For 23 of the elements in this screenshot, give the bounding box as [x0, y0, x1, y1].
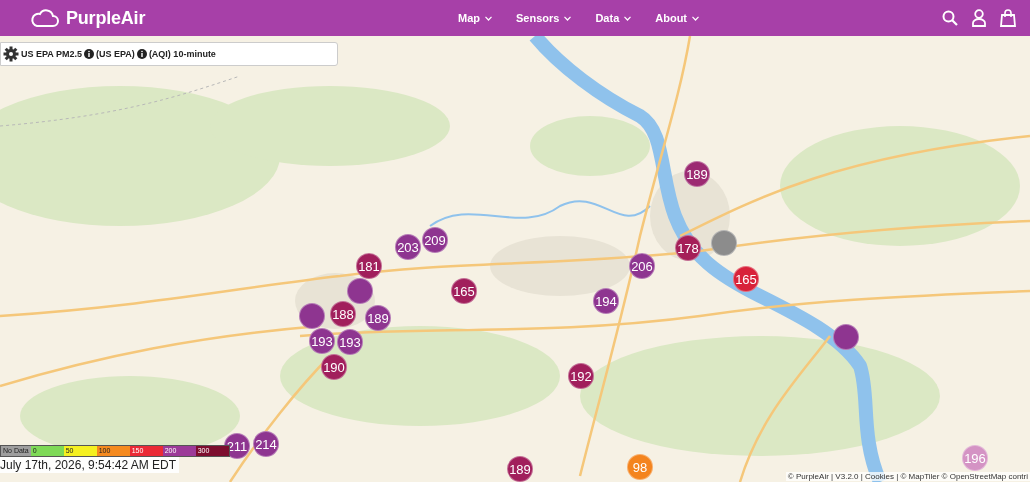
- settings-icon[interactable]: [3, 46, 19, 62]
- data-layer-selector[interactable]: US EPA PM2.5 (US EPA) (AQI) 10-minute: [0, 42, 338, 66]
- info-icon[interactable]: [84, 49, 95, 59]
- cloud-logo-icon: [30, 8, 60, 28]
- map-attribution: © PurpleAir | V3.2.0 | Cookies | © MapTiler © OpenStreetMap contri: [785, 472, 1030, 481]
- chevron-down-icon: [564, 15, 572, 21]
- chevron-down-icon: [692, 15, 700, 21]
- nav-menu-item[interactable]: Map: [454, 10, 496, 26]
- nav-menu-item[interactable]: About: [651, 10, 704, 26]
- nav-menu-item[interactable]: Sensors: [512, 10, 576, 26]
- search-icon[interactable]: [942, 10, 958, 26]
- chevron-down-icon: [624, 15, 632, 21]
- chevron-down-icon: [485, 15, 492, 21]
- map-drawing[interactable]: [0, 36, 1030, 482]
- nav-menu-item[interactable]: Data: [591, 10, 636, 26]
- pollutant-label: (US EPA): [96, 49, 135, 59]
- user-icon[interactable]: [972, 9, 986, 27]
- brand-name[interactable]: PurpleAir: [66, 7, 146, 29]
- timestamp: July 17th, 2026, 9:54:42 AM EDT: [0, 457, 180, 473]
- shopping-bag-icon[interactable]: [1000, 9, 1016, 27]
- pollutant-label: US EPA PM2.5: [21, 49, 83, 59]
- pollutant-label: (AQI) 10-minute: [148, 49, 216, 59]
- info-icon[interactable]: [136, 49, 147, 59]
